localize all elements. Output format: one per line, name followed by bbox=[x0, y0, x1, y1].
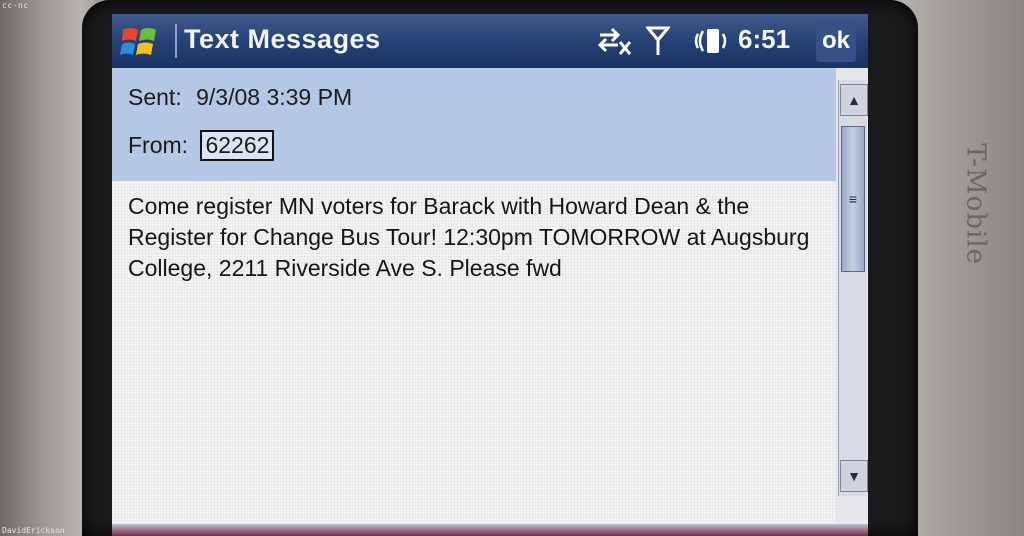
message-header: Sent: 9/3/08 3:39 PM From: 62262 bbox=[112, 68, 836, 181]
vertical-scrollbar[interactable]: ▲ ≡ ▼ bbox=[838, 80, 868, 496]
vibrate-volume-icon[interactable] bbox=[692, 26, 732, 61]
signal-antenna-icon[interactable] bbox=[644, 26, 672, 61]
title-separator bbox=[175, 24, 177, 58]
message-body: Come register MN voters for Barack with … bbox=[128, 193, 810, 281]
status-clock: 6:51 bbox=[738, 24, 791, 54]
brand-label: T-Mobile bbox=[961, 143, 991, 265]
ok-button[interactable]: ok bbox=[816, 20, 856, 62]
from-label: From: bbox=[128, 132, 189, 158]
scroll-thumb[interactable]: ≡ bbox=[841, 126, 865, 272]
sent-label: Sent: bbox=[128, 84, 182, 110]
message-body-area[interactable]: Come register MN voters for Barack with … bbox=[112, 181, 836, 536]
title-bar: Text Messages 6:51 ok bbox=[112, 14, 868, 68]
windows-flag-icon[interactable] bbox=[120, 24, 160, 60]
sent-row: Sent: 9/3/08 3:39 PM bbox=[128, 84, 352, 111]
scroll-down-arrow-icon[interactable]: ▼ bbox=[840, 460, 868, 492]
sent-value: 9/3/08 3:39 PM bbox=[196, 84, 353, 110]
phone-screen: Text Messages 6:51 ok Sent: 9/3/08 3:39 … bbox=[112, 14, 868, 536]
scroll-up-arrow-icon[interactable]: ▲ bbox=[840, 84, 868, 116]
app-title: Text Messages bbox=[184, 24, 381, 54]
from-row: From: 62262 bbox=[128, 130, 275, 161]
from-sender-link[interactable]: 62262 bbox=[200, 130, 275, 161]
license-watermark: cc-nc bbox=[2, 1, 29, 10]
device-brand: T-Mobile bbox=[961, 143, 991, 265]
screen-bottom-edge bbox=[112, 524, 868, 536]
author-watermark: DavidErickson bbox=[2, 526, 65, 535]
connectivity-off-icon[interactable] bbox=[596, 26, 634, 61]
